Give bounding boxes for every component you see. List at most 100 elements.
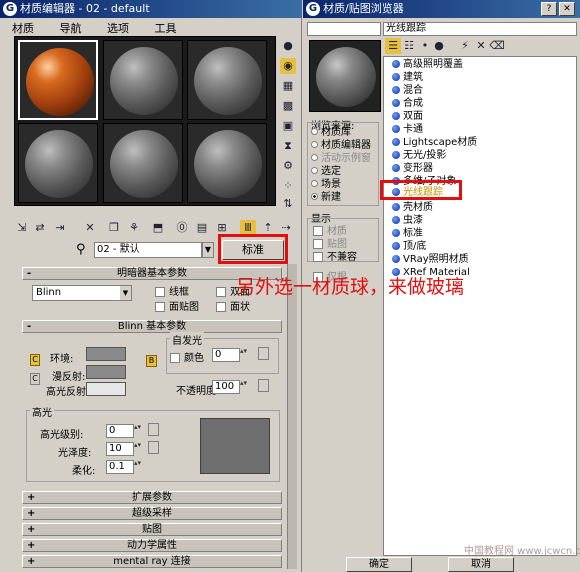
specular-color-swatch[interactable] (86, 382, 126, 396)
reset-icon[interactable]: ✕ (82, 220, 98, 236)
list-item[interactable]: 建筑 (392, 71, 423, 84)
material-editor-titlebar[interactable]: G 材质编辑器 - 02 - default (0, 0, 302, 18)
list-item-label: 合成 (403, 98, 423, 109)
update-scene-icon[interactable]: ⚡ (457, 38, 473, 54)
shader-dropdown[interactable]: Blinn ▼ (32, 285, 132, 301)
material-id-icon[interactable]: ⓪ (174, 220, 190, 236)
clear-library-icon[interactable]: ⌫ (489, 38, 505, 54)
self-illum-color-checkbox[interactable]: 颜色 (170, 349, 204, 364)
menu-material[interactable]: 材质 (12, 22, 34, 35)
view-large-icons-icon[interactable]: ● (431, 38, 447, 54)
list-item[interactable]: 虫漆 (392, 214, 423, 227)
background-icon[interactable]: ▦ (280, 78, 296, 94)
sample-slot-5[interactable] (103, 123, 183, 203)
dynamics-rollout[interactable]: + 动力学属性 (22, 539, 282, 552)
blinn-basic-params-rollout[interactable]: - Blinn 基本参数 (22, 320, 282, 333)
list-item[interactable]: Lightscape材质 (392, 136, 477, 149)
show-incompatible-checkbox[interactable]: 不兼容 (313, 248, 357, 263)
assign-material-icon[interactable]: ⇥ (52, 220, 68, 236)
diffuse-color-swatch[interactable] (86, 365, 126, 379)
menu-navigation[interactable]: 导航 (60, 22, 82, 35)
self-illum-label: 自发光 (170, 332, 204, 347)
menu-utilities[interactable]: 工具 (155, 22, 177, 35)
make-preview-icon[interactable]: ⧗ (280, 138, 296, 154)
material-name-field[interactable]: 02 - 默认 (94, 242, 202, 258)
list-item[interactable]: 双面 (392, 110, 423, 123)
self-illum-map-button[interactable] (258, 347, 269, 360)
lock-ambient-diffuse-icon[interactable]: C (30, 354, 40, 366)
sample-slot-1[interactable] (18, 40, 98, 120)
show-map-icon[interactable]: ▤ (194, 220, 210, 236)
backlight-icon[interactable]: ◉ (280, 58, 296, 74)
list-item[interactable]: 壳材质 (392, 201, 433, 214)
uv-tiling-icon[interactable]: ▩ (280, 98, 296, 114)
glossiness-map-button[interactable] (148, 441, 159, 454)
browser-list-toolbar: ☰ ☷ • ● ⚡ ✕ ⌫ (383, 38, 577, 54)
wire-checkbox[interactable]: 线框 (155, 283, 189, 298)
opacity-map-button[interactable] (258, 379, 269, 392)
cancel-button[interactable]: 取消 (448, 557, 514, 572)
soften-spinner[interactable]: 0.1 (106, 460, 143, 474)
browse-selected-radio[interactable]: 选定 (311, 165, 341, 178)
self-illum-spinner[interactable]: 0 (212, 348, 249, 362)
options-icon[interactable]: ⚙ (280, 158, 296, 174)
list-item[interactable]: 顶/底 (392, 240, 426, 253)
delete-icon[interactable]: ✕ (473, 38, 489, 54)
list-item[interactable]: 混合 (392, 84, 423, 97)
browse-mtl-library-radio[interactable]: 材质库 (311, 126, 351, 139)
make-unique-icon[interactable]: ⚘ (126, 220, 142, 236)
glossiness-spinner[interactable]: 10 (106, 442, 143, 456)
browse-mtl-editor-radio[interactable]: 材质编辑器 (311, 139, 371, 152)
self-illum-value: 0 (215, 349, 222, 360)
video-check-icon[interactable]: ▣ (280, 118, 296, 134)
list-item[interactable]: VRay照明材质 (392, 253, 469, 266)
mental-ray-rollout[interactable]: + mental ray 连接 (22, 555, 282, 568)
scrollbar-track[interactable] (287, 264, 297, 569)
ok-button[interactable]: 确定 (346, 557, 412, 572)
lock-diffuse-specular-icon[interactable]: C (30, 373, 40, 385)
sample-slot-2[interactable] (103, 40, 183, 120)
list-item[interactable]: 标准 (392, 227, 423, 240)
face-map-checkbox[interactable]: 面贴图 (155, 298, 199, 313)
sample-slot-3[interactable] (187, 40, 267, 120)
browser-filter-field[interactable]: 光线跟踪 (383, 22, 577, 36)
extended-params-rollout[interactable]: + 扩展参数 (22, 491, 282, 504)
help-button[interactable]: ? (541, 2, 557, 16)
put-to-library-icon[interactable]: ⬒ (150, 220, 166, 236)
opacity-spinner[interactable]: 100 (212, 380, 249, 394)
get-material-icon[interactable]: ⇲ (14, 220, 30, 236)
spec-level-map-button[interactable] (148, 423, 159, 436)
ambient-color-swatch[interactable] (86, 347, 126, 361)
sample-type-icon[interactable]: ● (280, 38, 296, 54)
sample-slot-6[interactable] (187, 123, 267, 203)
material-navigator-icon[interactable]: ⇅ (280, 196, 296, 212)
list-item[interactable]: 无光/投影 (392, 149, 446, 162)
faceted-checkbox[interactable]: 面状 (216, 298, 250, 313)
material-sphere-icon (392, 242, 400, 250)
material-name-dropdown-icon[interactable]: ▼ (202, 242, 214, 258)
put-to-scene-icon[interactable]: ⇄ (32, 220, 48, 236)
shader-basic-params-title: 明暗器基本参数 (117, 268, 187, 279)
list-item[interactable]: 合成 (392, 97, 423, 110)
pick-material-icon[interactable]: ⚲ (76, 242, 86, 257)
spec-level-spinner[interactable]: 0 (106, 424, 143, 438)
list-item[interactable]: 高级照明覆盖 (392, 58, 463, 71)
view-list-icon[interactable]: ☰ (385, 38, 401, 54)
select-by-material-icon[interactable]: ⁘ (280, 178, 296, 194)
supersampling-rollout[interactable]: + 超级采样 (22, 507, 282, 520)
browse-from-0: 材质库 (321, 127, 351, 138)
copy-material-icon[interactable]: ❐ (106, 220, 122, 236)
list-item[interactable]: 变形器 (392, 162, 433, 175)
close-button[interactable]: ✕ (559, 2, 575, 16)
sample-slots-area (14, 36, 276, 206)
view-list-icons-icon[interactable]: ☷ (401, 38, 417, 54)
browser-name-field[interactable] (307, 22, 381, 36)
sample-slot-4[interactable] (18, 123, 98, 203)
browser-titlebar[interactable]: G 材质/贴图浏览器 ? ✕ (303, 0, 580, 18)
maps-rollout[interactable]: + 贴图 (22, 523, 282, 536)
list-item[interactable]: 卡通 (392, 123, 423, 136)
menu-options[interactable]: 选项 (107, 22, 129, 35)
ambient-lock-b-icon[interactable]: B (146, 355, 157, 367)
browse-new-radio[interactable]: 新建 (311, 191, 341, 204)
browse-scene-radio[interactable]: 场景 (311, 178, 341, 191)
